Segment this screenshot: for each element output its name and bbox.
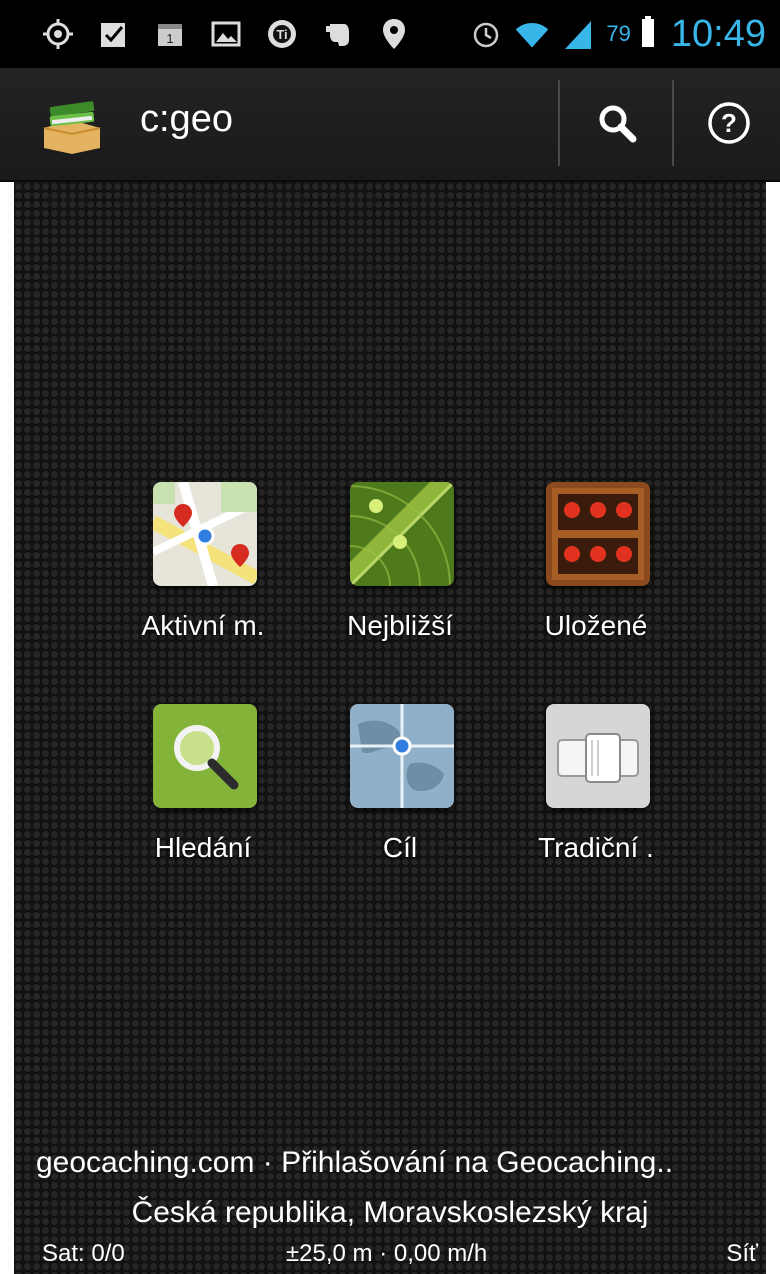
tile-live-map[interactable]: Aktivní m. — [103, 482, 303, 672]
satellite-count: Sat: 0/0 — [42, 1240, 125, 1267]
stored-caches-icon — [546, 482, 650, 586]
svg-text:Ti: Ti — [276, 27, 287, 42]
destination-globe-icon — [350, 704, 454, 808]
tile-label: Hledání — [154, 832, 252, 863]
action-bar: c:geo ? — [0, 68, 780, 182]
app-logo-icon[interactable] — [40, 92, 104, 156]
calendar-icon: 1 — [152, 16, 188, 52]
app-title: c:geo — [140, 98, 233, 140]
clock: 10:49 — [670, 12, 766, 55]
tile-label: Tradiční . — [538, 832, 654, 863]
action-divider — [558, 80, 560, 166]
tile-label: Aktivní m. — [141, 610, 265, 641]
signal-icon — [560, 16, 596, 52]
search-button[interactable] — [582, 88, 652, 158]
tile-stored[interactable]: Uložené — [496, 482, 696, 672]
checkbox-icon — [96, 16, 132, 52]
help-button[interactable]: ? — [694, 88, 764, 158]
gps-icon — [40, 16, 76, 52]
wifi-icon — [514, 16, 550, 52]
location-pin-icon — [376, 16, 412, 52]
evernote-icon — [320, 16, 356, 52]
main-dashboard: Aktivní m. Nejbližší Uložené Hledání Cíl… — [14, 182, 766, 1274]
search-magnifier-icon — [153, 704, 257, 808]
live-map-icon — [153, 482, 257, 586]
current-location: Česká republika, Moravskoslezský kraj — [131, 1196, 649, 1229]
left-edge — [0, 182, 14, 1274]
svg-text:?: ? — [721, 108, 737, 138]
tile-destination[interactable]: Cíl — [300, 704, 500, 894]
battery-level: 79 — [606, 21, 631, 46]
battery-icon — [641, 15, 655, 53]
tile-search[interactable]: Hledání — [103, 704, 303, 894]
tile-label: Uložené — [544, 610, 648, 641]
help-icon: ? — [708, 102, 750, 144]
gps-status-bar: Sat: 0/0 ±25,0 m · 0,00 m/h Síť — [0, 1234, 780, 1274]
cache-type-filter-icon — [546, 704, 650, 808]
tile-cache-filter[interactable]: Tradiční . — [496, 704, 696, 894]
tile-nearby[interactable]: Nejbližší — [300, 482, 500, 672]
login-status: geocaching.com · Přihlašování na Geocach… — [36, 1146, 674, 1179]
nearby-radar-icon — [350, 482, 454, 586]
titanium-icon: Ti — [264, 16, 300, 52]
status-bar: 1 Ti 79 10:49 — [0, 0, 780, 68]
right-edge — [766, 182, 780, 1274]
location-provider: Síť — [726, 1240, 758, 1267]
search-icon — [599, 105, 637, 143]
svg-text:1: 1 — [166, 31, 173, 46]
tile-label: Cíl — [382, 832, 418, 863]
image-icon — [208, 16, 244, 52]
action-divider — [672, 80, 674, 166]
accuracy-speed: ±25,0 m · 0,00 m/h — [286, 1240, 488, 1267]
tile-label: Nejbližší — [347, 610, 453, 641]
alarm-icon — [468, 16, 504, 52]
